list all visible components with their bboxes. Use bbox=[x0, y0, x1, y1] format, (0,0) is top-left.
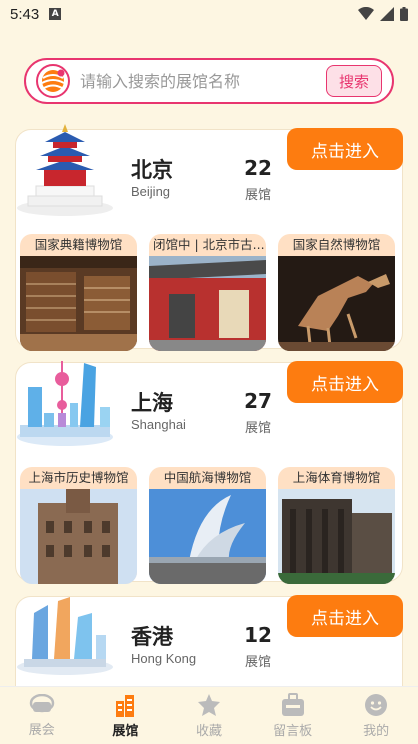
museum-photo bbox=[149, 256, 266, 351]
hongkong-skyline-illustration bbox=[17, 597, 113, 675]
nav-label: 留言板 bbox=[273, 723, 313, 739]
museum-name: 上海体育博物馆 bbox=[292, 470, 381, 485]
status-bar: 5:43 A bbox=[0, 0, 418, 28]
museum-count: 27 bbox=[244, 389, 272, 413]
enter-button[interactable]: 点击进入 bbox=[287, 128, 403, 170]
nav-label: 展会 bbox=[28, 722, 55, 738]
museum-name: 中国航海博物馆 bbox=[163, 470, 252, 485]
museum-icon bbox=[116, 694, 135, 717]
museum-count-label: 展馆 bbox=[244, 421, 271, 436]
city-name-en: Beijing bbox=[131, 184, 171, 199]
museum-tile[interactable]: 上海体育博物馆 bbox=[278, 467, 395, 584]
city-name-cn: 上海 bbox=[131, 391, 173, 415]
search-input[interactable] bbox=[80, 71, 326, 91]
nav-item-message-board[interactable]: 留言板 bbox=[251, 687, 335, 744]
status-time: 5:43 bbox=[10, 5, 40, 23]
museum-tile[interactable]: 国家典籍博物馆 bbox=[20, 234, 137, 351]
battery-icon bbox=[400, 7, 408, 21]
museum-name: 国家典籍博物馆 bbox=[34, 237, 123, 252]
nav-item-exhibition[interactable]: 展会 bbox=[0, 687, 84, 744]
message-board-icon bbox=[281, 692, 304, 716]
bottom-nav: 展会 展馆 收藏 留言板 我的 bbox=[0, 686, 418, 744]
nav-label: 展馆 bbox=[112, 723, 139, 739]
museum-count-label: 展馆 bbox=[244, 655, 271, 670]
city-name-cn: 北京 bbox=[131, 158, 173, 182]
city-name-en: Hong Kong bbox=[131, 651, 197, 666]
search-bar: 搜索 bbox=[24, 58, 394, 104]
museum-photo bbox=[149, 489, 266, 584]
star-icon bbox=[197, 693, 220, 716]
city-name-cn: 香港 bbox=[131, 625, 173, 649]
shanghai-skyline-illustration bbox=[17, 361, 113, 446]
exhibition-icon bbox=[29, 693, 55, 712]
museum-count-label: 展馆 bbox=[244, 188, 271, 203]
profile-icon bbox=[365, 693, 388, 716]
nav-label: 我的 bbox=[363, 723, 390, 739]
museum-tile[interactable]: 中国航海博物馆 bbox=[149, 467, 266, 584]
museum-tile[interactable]: 上海市历史博物馆 bbox=[20, 467, 137, 584]
museum-count: 22 bbox=[244, 156, 272, 180]
enter-button[interactable]: 点击进入 bbox=[287, 361, 403, 403]
nav-item-favorites[interactable]: 收藏 bbox=[167, 687, 251, 744]
search-button[interactable]: 搜索 bbox=[326, 65, 382, 97]
city-card-beijing[interactable]: 北京 Beijing 22 展馆 点击进入 国家典籍博物馆 闭馆中 | 北京市古… bbox=[15, 124, 403, 351]
temple-of-heaven-illustration bbox=[17, 124, 113, 216]
nav-item-profile[interactable]: 我的 bbox=[334, 687, 418, 744]
museum-count: 12 bbox=[244, 623, 272, 647]
museum-photo bbox=[278, 489, 395, 584]
museum-photo bbox=[20, 489, 137, 584]
signal-icon bbox=[380, 7, 394, 21]
museum-name: 闭馆中 | 北京市古... bbox=[153, 237, 265, 252]
nav-label: 收藏 bbox=[195, 723, 222, 739]
enter-button[interactable]: 点击进入 bbox=[287, 595, 403, 637]
museum-photo bbox=[20, 256, 137, 351]
nav-item-museum[interactable]: 展馆 bbox=[84, 687, 168, 744]
museum-name: 上海市历史博物馆 bbox=[28, 470, 129, 485]
notification-icon: A bbox=[49, 8, 62, 20]
museum-photo bbox=[278, 256, 395, 351]
museum-name: 国家自然博物馆 bbox=[292, 237, 381, 252]
museum-tile[interactable]: 闭馆中 | 北京市古... bbox=[149, 234, 266, 351]
app-logo-icon bbox=[36, 64, 70, 98]
city-card-shanghai[interactable]: 上海 Shanghai 27 展馆 点击进入 上海市历史博物馆 中国航海博物馆 bbox=[15, 361, 403, 584]
wifi-icon bbox=[358, 7, 374, 20]
city-name-en: Shanghai bbox=[131, 417, 186, 432]
museum-tile[interactable]: 国家自然博物馆 bbox=[278, 234, 395, 351]
